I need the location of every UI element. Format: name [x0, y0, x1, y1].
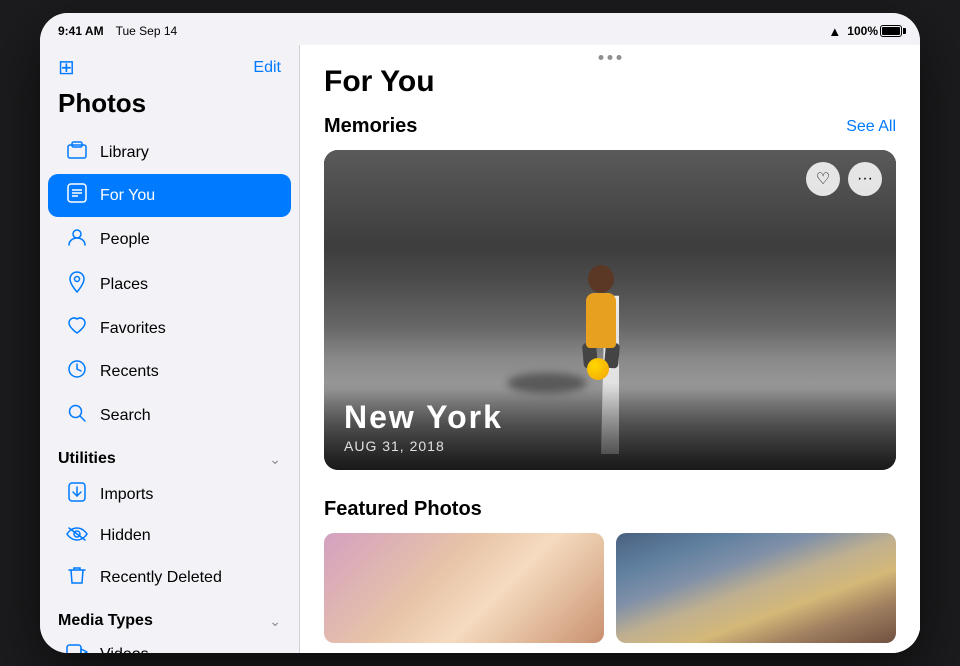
status-time: 9:41 AM	[58, 24, 104, 38]
sidebar-item-for-you[interactable]: For You	[48, 174, 291, 217]
for-you-icon	[66, 183, 88, 208]
memory-card[interactable]: ♡ ··· New York AUG 31, 2018	[324, 150, 896, 470]
memory-overlay: New York AUG 31, 2018	[324, 383, 896, 470]
sidebar: ⊞ Edit Photos Library	[40, 45, 300, 653]
sidebar-item-label-recents: Recents	[100, 363, 159, 381]
places-icon	[66, 271, 88, 298]
battery-percent: 100%	[847, 24, 878, 38]
sidebar-nav: Library For You	[40, 131, 299, 438]
memory-actions: ♡ ···	[806, 162, 882, 196]
featured-photo-1[interactable]	[324, 533, 604, 643]
featured-photo-2[interactable]	[616, 533, 896, 643]
featured-photos-label: Featured Photos	[324, 498, 482, 521]
status-right: ▲ 100%	[828, 24, 902, 39]
sidebar-item-imports[interactable]: Imports	[48, 473, 291, 516]
sidebar-item-label-people: People	[100, 231, 150, 249]
sidebar-item-label-search: Search	[100, 407, 151, 425]
sidebar-item-videos[interactable]: Videos	[48, 635, 291, 653]
sidebar-item-recently-deleted[interactable]: Recently Deleted	[48, 556, 291, 599]
main-content: For You Memories See All	[300, 45, 920, 653]
memory-heart-button[interactable]: ♡	[806, 162, 840, 196]
recently-deleted-icon	[66, 565, 88, 590]
recents-icon	[66, 359, 88, 384]
favorites-icon	[66, 317, 88, 340]
memory-title: New York	[344, 399, 876, 436]
sidebar-item-favorites[interactable]: Favorites	[48, 308, 291, 349]
utilities-nav: Imports Hidden	[40, 472, 299, 600]
media-types-section-header[interactable]: Media Types ⌄	[40, 600, 299, 634]
sidebar-item-label-recently-deleted: Recently Deleted	[100, 569, 222, 587]
featured-photos-section-header: Featured Photos	[324, 498, 896, 521]
sidebar-item-people[interactable]: People	[48, 218, 291, 261]
sidebar-item-label-places: Places	[100, 276, 148, 294]
memories-section-header: Memories See All	[324, 115, 896, 138]
sidebar-item-label-favorites: Favorites	[100, 320, 166, 338]
sidebar-item-label-imports: Imports	[100, 486, 153, 504]
status-date: Tue Sep 14	[116, 24, 178, 38]
utilities-title: Utilities	[58, 450, 116, 468]
battery-icon	[880, 25, 902, 37]
utilities-section-header[interactable]: Utilities ⌄	[40, 438, 299, 472]
top-bar-dots[interactable]	[599, 55, 622, 60]
library-icon	[66, 141, 88, 164]
sidebar-title: Photos	[40, 88, 299, 131]
memory-more-button[interactable]: ···	[848, 162, 882, 196]
person-head	[588, 265, 614, 293]
sidebar-item-recents[interactable]: Recents	[48, 350, 291, 393]
search-icon	[66, 403, 88, 428]
sidebar-header: ⊞ Edit	[40, 45, 299, 88]
people-icon	[66, 227, 88, 252]
featured-photos-row	[324, 533, 896, 643]
hidden-icon	[66, 526, 88, 546]
videos-icon	[66, 644, 88, 653]
sidebar-toggle-icon[interactable]: ⊞	[58, 55, 75, 80]
sidebar-item-search[interactable]: Search	[48, 394, 291, 437]
wifi-icon: ▲	[828, 24, 841, 39]
sidebar-item-label-hidden: Hidden	[100, 527, 151, 545]
edit-button[interactable]: Edit	[253, 59, 281, 77]
sidebar-item-library[interactable]: Library	[48, 132, 291, 173]
person-figure	[576, 258, 636, 368]
status-left: 9:41 AM Tue Sep 14	[58, 24, 177, 38]
sidebar-item-label-for-you: For You	[100, 187, 155, 205]
media-types-chevron-icon: ⌄	[269, 613, 281, 630]
sidebar-item-label-library: Library	[100, 144, 149, 162]
app-container: ⊞ Edit Photos Library	[40, 45, 920, 653]
memories-see-all-button[interactable]: See All	[846, 118, 896, 136]
media-types-nav: Videos Selfies	[40, 634, 299, 653]
sidebar-item-places[interactable]: Places	[48, 262, 291, 307]
status-bar: 9:41 AM Tue Sep 14 ▲ 100%	[40, 13, 920, 45]
battery-indicator: 100%	[847, 24, 902, 38]
utilities-chevron-icon: ⌄	[269, 451, 281, 468]
sidebar-item-hidden[interactable]: Hidden	[48, 517, 291, 555]
page-title: For You	[324, 65, 896, 99]
memory-date: AUG 31, 2018	[344, 438, 876, 454]
sidebar-item-label-videos: Videos	[100, 646, 149, 654]
imports-icon	[66, 482, 88, 507]
media-types-title: Media Types	[58, 612, 153, 630]
memories-label: Memories	[324, 115, 417, 138]
person-body	[586, 293, 616, 348]
